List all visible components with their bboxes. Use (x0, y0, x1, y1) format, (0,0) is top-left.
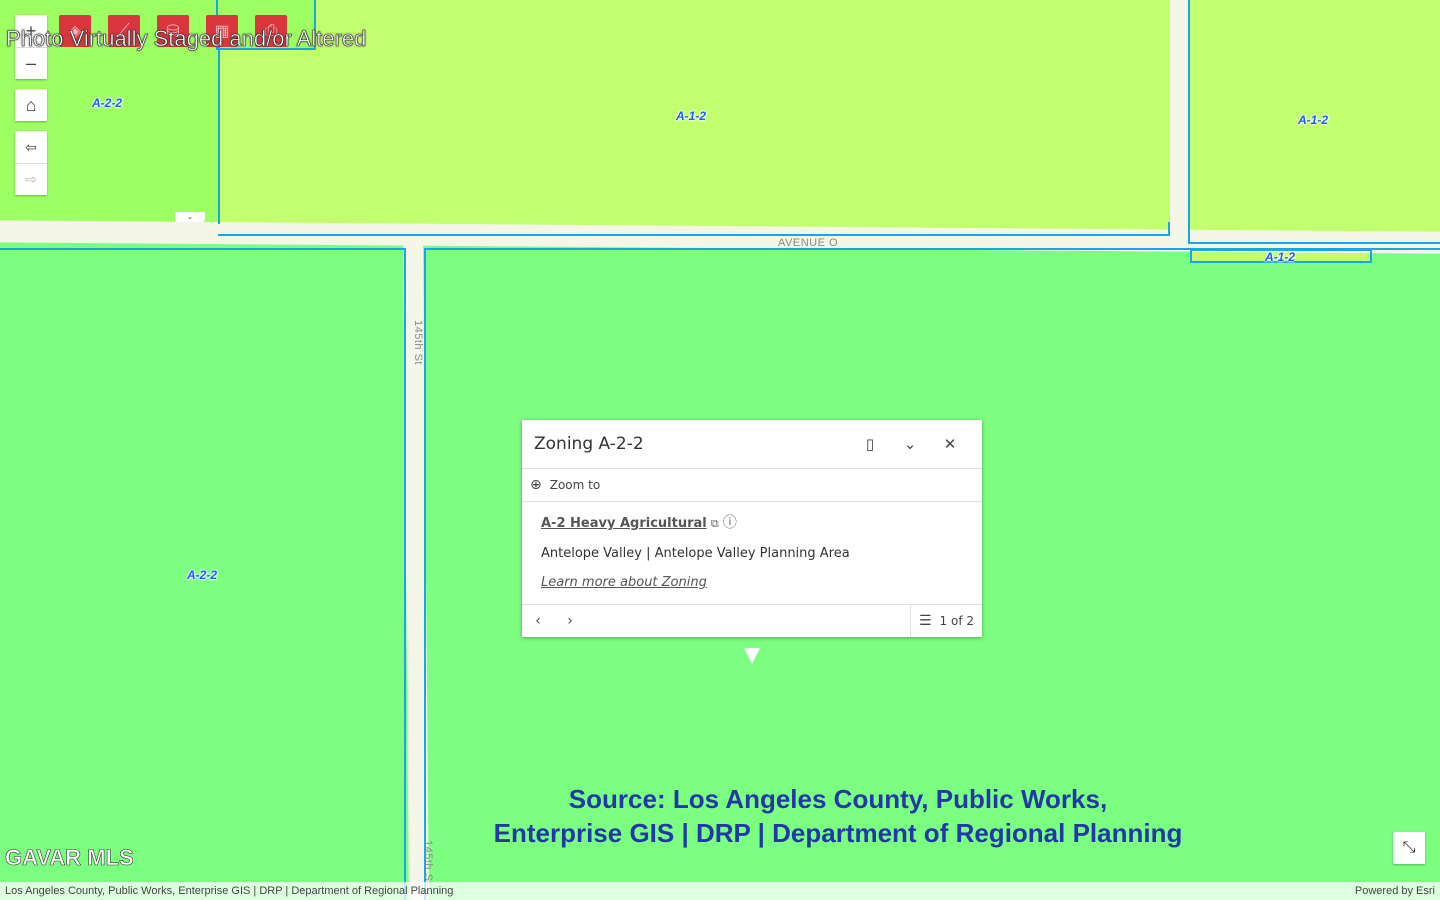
zone-label: A-2-2 (92, 96, 123, 110)
attribution-text: Los Angeles County, Public Works, Enterp… (5, 885, 454, 897)
street-label-avenue-o: AVENUE O (778, 237, 839, 249)
zone-link[interactable]: A-2 Heavy Agricultural (541, 516, 707, 531)
zoom-to-label: Zoom to (549, 478, 601, 492)
zoom-to-action[interactable]: ⊕ Zoom to (522, 469, 982, 502)
previous-feature-button[interactable]: ‹ (522, 605, 554, 637)
feature-popup: Zoning A-2-2 ▯ ⌄ ✕ ⊕ Zoom to A-2 Heavy A… (522, 420, 982, 637)
boundary-nw (216, 46, 220, 224)
popup-pointer (744, 648, 760, 664)
source-line-2: Enterprise GIS | DRP | Department of Reg… (493, 818, 1183, 848)
dock-icon[interactable]: ▯ (850, 424, 890, 464)
pager-count: 1 of 2 (939, 614, 974, 628)
next-feature-button[interactable]: › (554, 605, 586, 637)
powered-by-text[interactable]: Powered by Esri (1355, 885, 1435, 897)
magnify-icon: ⊕ (530, 477, 542, 493)
street-label-145th: 145th St (412, 320, 424, 365)
home-icon[interactable]: ⌂ (15, 89, 47, 121)
zone-label: A-1-2 (1265, 250, 1296, 264)
navigation-control: ⇦ ⇨ (15, 131, 47, 195)
zone-label: A-2-2 (187, 568, 218, 582)
learn-more-link[interactable]: Learn more about Zoning (541, 575, 707, 590)
street-label-145th: 145th St (422, 840, 434, 885)
fullscreen-exit-icon[interactable]: ⤡ (1393, 832, 1425, 864)
back-arrow-icon[interactable]: ⇦ (15, 131, 47, 163)
boundary-n (218, 222, 1170, 236)
popup-footer: ‹ › ☰ 1 of 2 (522, 604, 982, 637)
zone-label: A-1-2 (676, 109, 707, 123)
external-link-icon: ⧉ (710, 517, 719, 530)
forward-arrow-icon[interactable]: ⇨ (15, 163, 47, 195)
list-icon: ☰ (918, 613, 932, 629)
popup-content: A-2 Heavy Agricultural ⧉ ⓘ Antelope Vall… (522, 502, 982, 604)
feature-list-button[interactable]: ☰ 1 of 2 (909, 605, 982, 637)
popup-title: Zoning A-2-2 (534, 434, 644, 454)
zone-label: A-1-2 (1298, 113, 1329, 127)
mls-watermark: GAVAR MLS (5, 845, 134, 871)
chevron-down-icon[interactable]: ⌄ (890, 424, 930, 464)
info-icon[interactable]: ⓘ (723, 515, 737, 531)
virtual-staging-notice: Photo Virtually Staged and/or Altered (6, 26, 367, 52)
planning-area-text: Antelope Valley | Antelope Valley Planni… (541, 546, 850, 561)
popup-header: Zoning A-2-2 ▯ ⌄ ✕ (522, 420, 982, 469)
close-icon[interactable]: ✕ (930, 424, 970, 464)
collapse-toolbar-button[interactable]: ⌄ (175, 212, 205, 222)
road-north-connector (1170, 0, 1188, 245)
source-caption: Source: Los Angeles County, Public Works… (468, 782, 1208, 850)
source-line-1: Source: Los Angeles County, Public Works… (568, 784, 1108, 814)
home-control: ⌂ (15, 89, 47, 121)
attribution-bar: Los Angeles County, Public Works, Enterp… (0, 882, 1440, 900)
